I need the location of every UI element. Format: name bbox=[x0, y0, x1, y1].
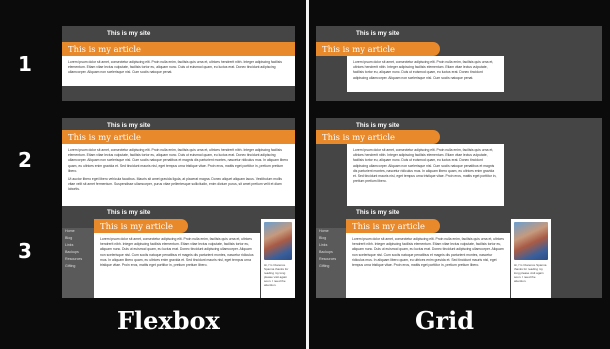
article-body: Lorem ipsum dolor sit amet, consectetur … bbox=[347, 144, 504, 206]
aside-card: Hi, I'm Clarence Spanna thanks for readi… bbox=[261, 219, 295, 298]
nav-item-resources[interactable]: Resources bbox=[62, 256, 94, 263]
article-title-bar: This is my article bbox=[94, 219, 188, 233]
label-flexbox: Flexbox bbox=[117, 306, 220, 335]
article-paragraph: Lorem ipsum dolor sit amet, consectetur … bbox=[68, 148, 289, 173]
site-title: This is my site bbox=[356, 30, 400, 37]
article-title-bar: This is my article bbox=[62, 42, 295, 56]
nav-sidebar: Home Blog Links Backups Resources Giftin… bbox=[316, 228, 346, 298]
nav-item-backups[interactable]: Backups bbox=[62, 249, 94, 256]
nav-item-home[interactable]: Home bbox=[316, 228, 346, 235]
panel-grid-3: This is my site Home Blog Links Backups … bbox=[316, 206, 602, 298]
article-body: Lorem ipsum dolor sit amet, consectetur … bbox=[62, 56, 295, 86]
panel-flexbox-3: This is my site Home Blog Links Backups … bbox=[62, 206, 295, 298]
row-number-3: 3 bbox=[18, 239, 32, 263]
article-paragraph: Lorem ipsum dolor sit amet, consectetur … bbox=[353, 60, 494, 80]
nav-item-backups[interactable]: Backups bbox=[316, 249, 346, 256]
nav-item-gifting[interactable]: Gifting bbox=[62, 263, 94, 270]
article-body: Lorem ipsum dolor sit amet, consectetur … bbox=[347, 56, 504, 92]
article-body: Lorem ipsum dolor sit amet, consectetur … bbox=[346, 233, 510, 298]
article-paragraph: Lorem ipsum dolor sit amet, consectetur … bbox=[68, 60, 282, 75]
article-paragraph: Lorem ipsum dolor sit amet, consectetur … bbox=[353, 148, 497, 184]
nav-sidebar: Home Blog Links Backups Resources Giftin… bbox=[62, 228, 94, 298]
avatar bbox=[514, 222, 548, 260]
article-title-bar: This is my article bbox=[316, 130, 440, 144]
panel-flexbox-2: This is my site This is my article Lorem… bbox=[62, 118, 295, 206]
aside-card: Hi, I'm Clarence Spanna thanks for readi… bbox=[511, 219, 551, 298]
nav-item-blog[interactable]: Blog bbox=[62, 235, 94, 242]
nav-item-resources[interactable]: Resources bbox=[316, 256, 346, 263]
panel-grid-1: This is my site This is my article Lorem… bbox=[316, 26, 602, 101]
article-body: Lorem ipsum dolor sit amet, consectetur … bbox=[94, 233, 260, 298]
article-paragraph: Ut auctor libero eget libero vehicula fa… bbox=[68, 177, 282, 192]
row-number-1: 1 bbox=[18, 52, 32, 76]
site-title: This is my site bbox=[356, 209, 400, 216]
panel-grid-2: This is my site This is my article Lorem… bbox=[316, 118, 602, 206]
aside-caption: Hi, I'm Clarence Spanna thanks for readi… bbox=[264, 263, 289, 287]
label-grid: Grid bbox=[415, 306, 475, 335]
site-title: This is my site bbox=[107, 30, 151, 37]
nav-item-links[interactable]: Links bbox=[62, 242, 94, 249]
article-title-bar: This is my article bbox=[346, 219, 440, 233]
site-title: This is my site bbox=[107, 122, 151, 129]
panel-flexbox-1: This is my site This is my article Lorem… bbox=[62, 26, 295, 101]
site-title: This is my site bbox=[107, 209, 151, 216]
row-number-2: 2 bbox=[18, 148, 32, 172]
column-divider bbox=[306, 0, 309, 349]
nav-item-blog[interactable]: Blog bbox=[316, 235, 346, 242]
nav-item-home[interactable]: Home bbox=[62, 228, 94, 235]
nav-item-links[interactable]: Links bbox=[316, 242, 346, 249]
site-title: This is my site bbox=[356, 122, 400, 129]
article-paragraph: Lorem ipsum dolor sit amet, consectetur … bbox=[352, 237, 504, 268]
article-body: Lorem ipsum dolor sit amet, consectetur … bbox=[62, 144, 295, 206]
nav-item-gifting[interactable]: Gifting bbox=[316, 263, 346, 270]
article-title-bar: This is my article bbox=[62, 130, 295, 144]
avatar bbox=[264, 222, 292, 260]
article-title-bar: This is my article bbox=[316, 42, 440, 56]
aside-caption: Hi, I'm Clarence Spanna thanks for readi… bbox=[514, 263, 547, 283]
article-paragraph: Lorem ipsum dolor sit amet, consectetur … bbox=[100, 237, 254, 268]
